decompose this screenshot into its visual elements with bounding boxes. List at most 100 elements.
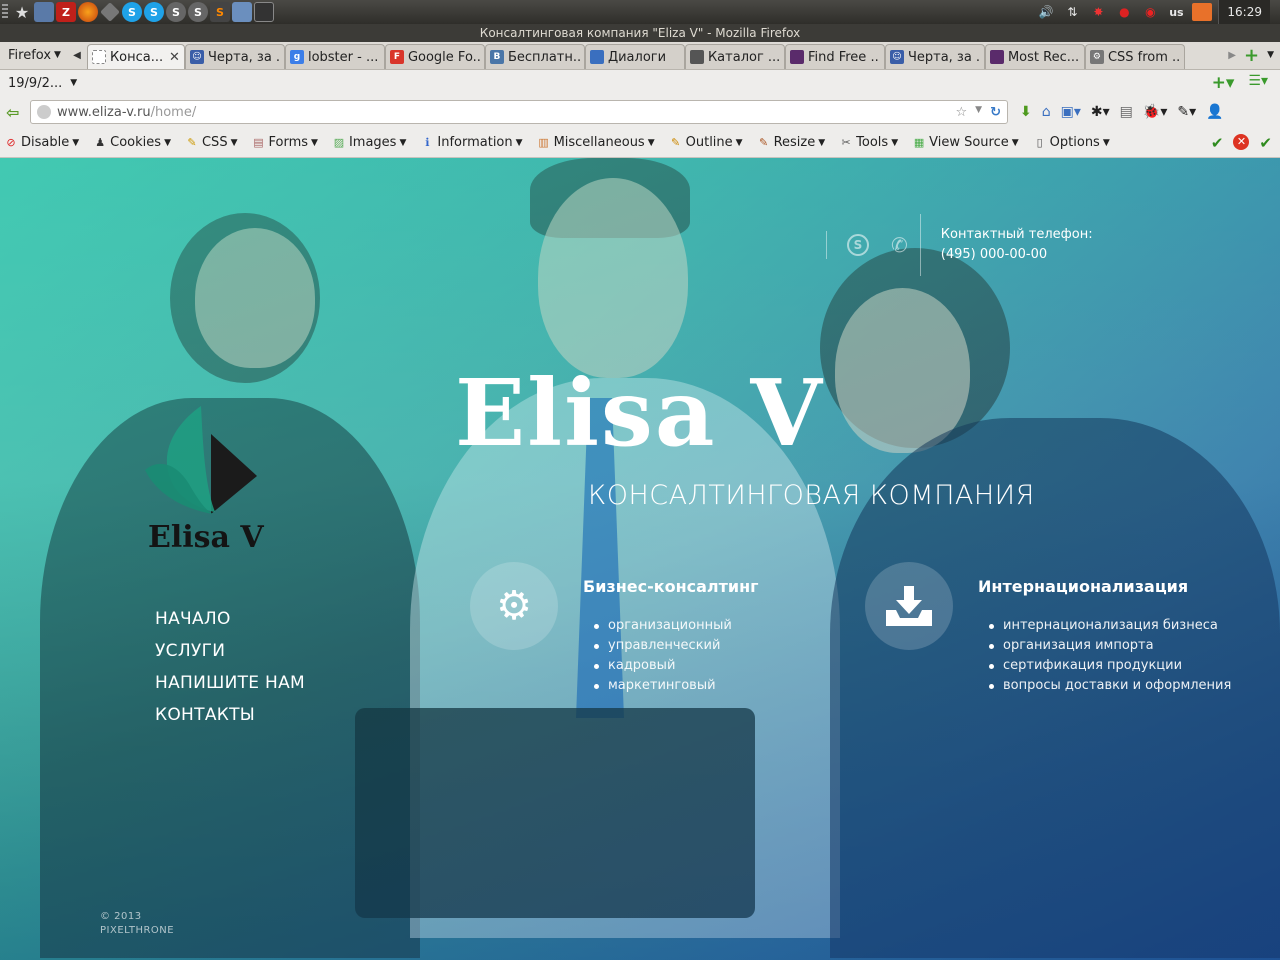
devtool-options-menu[interactable]: ▯ Options ▼	[1033, 135, 1110, 150]
bookmark-star-icon[interactable]: ★	[12, 2, 32, 22]
folder-icon[interactable]	[232, 2, 252, 22]
tab-6[interactable]: Каталог ...	[684, 44, 785, 69]
devtool-forms-menu[interactable]: ▤ Forms ▼	[252, 135, 318, 150]
devtool-label: Information	[437, 135, 513, 150]
devtool-disable-menu[interactable]: ⊘ Disable ▼	[4, 135, 79, 150]
devtool-miscellaneous-menu[interactable]: ▥ Miscellaneous ▼	[537, 135, 654, 150]
chevron-down-icon[interactable]: ▼	[70, 78, 77, 88]
error-x-icon[interactable]: ✕	[1233, 133, 1250, 150]
images-icon: ▨	[333, 136, 345, 149]
clock[interactable]: 16:29	[1218, 0, 1270, 24]
fish-icon	[989, 50, 1004, 64]
url-dropdown-icon[interactable]: ▼	[975, 105, 982, 120]
tab-strip: Конса...✕☺Черта, за ...globster - ...FGo…	[86, 44, 1185, 69]
firefox-tray-icon[interactable]	[1192, 3, 1213, 21]
opera-icon[interactable]: ◉	[1140, 3, 1160, 21]
terminal-icon[interactable]	[254, 2, 274, 22]
tab-1[interactable]: ☺Черта, за ...	[184, 44, 285, 69]
tab-4[interactable]: B Бесплатн...	[484, 44, 585, 69]
toolbar-extension-icon[interactable]: ☰▾	[1248, 73, 1268, 93]
service-international-icon-circle	[865, 562, 953, 650]
page-info-icon[interactable]: ▤	[1120, 104, 1133, 120]
information-icon: ℹ	[425, 136, 430, 149]
add-bookmark-icon[interactable]: +▾	[1212, 73, 1235, 93]
network-icon[interactable]: ⇅	[1062, 3, 1082, 21]
skype-icon[interactable]: S	[847, 234, 869, 256]
url-bar[interactable]: www.eliza-v.ru/home/ ☆ ▼ ↻	[30, 100, 1008, 124]
bookmark-star-icon[interactable]: ☆	[956, 105, 968, 120]
new-tab-icon[interactable]: +	[1244, 45, 1259, 66]
back-arrow-icon[interactable]: ⇦	[6, 103, 24, 122]
leaf-logo-icon[interactable]	[145, 406, 257, 514]
devtool-images-menu[interactable]: ▨ Images ▼	[332, 135, 407, 150]
tab-7[interactable]: Find Free ...	[784, 44, 885, 69]
web-developer-toolbar: ⊘ Disable ▼ ♟ Cookies ▼ ✎ CSS ▼ ▤ Forms ▼ ▨ Images ▼ ℹ I…	[0, 128, 1280, 158]
devtool-outline-menu[interactable]: ✎ Outline ▼	[669, 135, 743, 150]
window-title: Консалтинговая компания "Eliza V" - Mozi…	[0, 24, 1280, 42]
tab-3[interactable]: F Google Fo...	[384, 44, 485, 69]
service-consulting-title: Бизнес-консалтинг	[583, 577, 759, 596]
chevron-down-icon: ▼	[515, 137, 523, 148]
tab-5[interactable]: Диалоги	[584, 44, 685, 69]
tab-label: Find Free ...	[807, 49, 880, 65]
skype-launcher-icon[interactable]: S	[122, 2, 142, 22]
logo-text[interactable]: Elisa V	[148, 520, 264, 555]
url-path: /home/	[150, 104, 197, 120]
devtool-view-source-menu[interactable]: ▦ View Source ▼	[912, 135, 1019, 150]
firebug-icon[interactable]: 🐞▾	[1143, 104, 1167, 120]
panel-grip[interactable]	[2, 4, 8, 20]
show-desktop-icon[interactable]	[34, 2, 54, 22]
validate-check-icon[interactable]: ✔	[1211, 134, 1224, 152]
app-grey-icon-2[interactable]: S	[188, 2, 208, 22]
sublime-icon[interactable]: S	[210, 2, 230, 22]
screenshot-icon[interactable]: ▣▾	[1061, 104, 1081, 120]
tab-0[interactable]: Конса... ✕	[86, 44, 185, 69]
tab-scroll-right-icon[interactable]: ▶	[1228, 50, 1236, 61]
blank-page-icon	[91, 50, 106, 64]
volume-icon[interactable]: 🔊	[1036, 3, 1056, 21]
copyright-owner[interactable]: PIXELTHRONE	[100, 924, 174, 938]
tab-8[interactable]: ☺Черта, за ...	[884, 44, 985, 69]
service-consulting-list: организационный управленческий кадровый …	[594, 616, 732, 696]
validate-check-icon-2[interactable]: ✔	[1259, 134, 1272, 152]
bookmark-date-item[interactable]: 19/9/2...	[8, 76, 62, 91]
tab-label: Черта, за ...	[207, 49, 280, 65]
tab-2[interactable]: g lobster - ...	[284, 44, 385, 69]
filezilla-icon[interactable]: Z	[56, 2, 76, 22]
site-identity-icon[interactable]	[37, 105, 51, 119]
firefox-menu-button[interactable]: Firefox ▼	[2, 43, 67, 67]
nav-item-write-us[interactable]: НАПИШИТЕ НАМ	[155, 672, 305, 704]
color-picker-icon[interactable]: ✎▾	[1177, 104, 1196, 120]
devtool-resize-menu[interactable]: ✎ Resize ▼	[757, 135, 825, 150]
nav-item-services[interactable]: УСЛУГИ	[155, 640, 305, 672]
tab-list-chevron-icon[interactable]: ▼	[1267, 50, 1274, 60]
google-icon: g	[289, 50, 304, 64]
skype-launcher-icon-2[interactable]: S	[144, 2, 164, 22]
account-icon[interactable]: 👤	[1206, 104, 1223, 120]
firefox-launcher-icon[interactable]	[78, 2, 98, 22]
phone-icon[interactable]: ✆	[891, 233, 908, 257]
nav-item-contacts[interactable]: КОНТАКТЫ	[155, 704, 305, 736]
devtool-tools-menu[interactable]: ✂ Tools ▼	[839, 135, 899, 150]
keyboard-layout[interactable]: us	[1166, 3, 1186, 21]
home-icon[interactable]: ⌂	[1042, 104, 1051, 120]
reload-icon[interactable]: ↻	[990, 105, 1001, 120]
outline-icon: ✎	[671, 136, 681, 149]
tab-10[interactable]: ⚙ CSS from ...	[1084, 44, 1185, 69]
close-tab-icon[interactable]: ✕	[169, 50, 180, 65]
app-grey-icon[interactable]: S	[166, 2, 186, 22]
alert-burst-icon[interactable]: ✸	[1088, 3, 1108, 21]
download-arrow-icon[interactable]: ⬇	[1020, 104, 1032, 120]
addon-grid-icon[interactable]: ✱▾	[1091, 104, 1110, 120]
devtool-css-menu[interactable]: ✎ CSS ▼	[185, 135, 237, 150]
tab-9[interactable]: Most Rec...	[984, 44, 1085, 69]
tab-scroll-left-icon[interactable]: ◀	[67, 43, 87, 67]
tab-label: Бесплатн...	[507, 49, 580, 65]
devtool-cookies-menu[interactable]: ♟ Cookies ▼	[93, 135, 171, 150]
contact-phone[interactable]: (495) 000-00-00	[941, 245, 1093, 265]
app-diamond-icon[interactable]	[100, 2, 120, 22]
resize-icon: ✎	[758, 136, 769, 149]
devtool-information-menu[interactable]: ℹ Information ▼	[420, 135, 522, 150]
nav-item-home[interactable]: НАЧАЛО	[155, 608, 305, 640]
cherry-icon[interactable]: ●	[1114, 3, 1134, 21]
